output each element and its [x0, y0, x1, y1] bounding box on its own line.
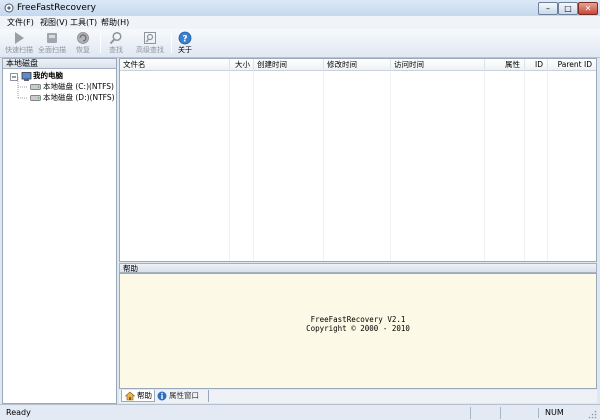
menu-bar: 文件(F) 视图(V) 工具(T) 帮助(H) — [0, 16, 600, 29]
status-divider — [500, 407, 501, 419]
column-divider — [547, 71, 548, 261]
tab-help-label: 帮助 — [137, 391, 152, 400]
disk-tree-panel: 本地磁盘 我的电脑 本地磁盘 (C:)(NTFS) 本地磁盘 (D:)(NTFS… — [2, 58, 117, 404]
info-icon — [157, 391, 167, 401]
advanced-find-icon — [144, 32, 156, 44]
column-divider — [390, 71, 391, 261]
advanced-find-label: 高级查找 — [136, 46, 164, 54]
quick-scan-button[interactable]: 快速扫描 — [3, 30, 35, 57]
column-divider — [253, 71, 254, 261]
app-icon — [4, 3, 14, 13]
column-divider — [524, 71, 525, 261]
recover-label: 恢复 — [76, 46, 90, 54]
find-label: 查找 — [109, 46, 123, 54]
toolbar: 快速扫描 全面扫描 恢复 查找 高级查找 ? 关于 — [0, 29, 600, 58]
column-id[interactable]: ID — [525, 59, 548, 71]
advanced-find-button[interactable]: 高级查找 — [133, 30, 167, 57]
column-parent-id[interactable]: Parent ID — [548, 59, 596, 71]
menu-help[interactable]: 帮助(H) — [101, 17, 129, 28]
about-button[interactable]: ? 关于 — [175, 30, 195, 57]
tree-root-my-computer[interactable]: 我的电脑 — [33, 71, 63, 81]
full-scan-label: 全面扫描 — [38, 46, 66, 54]
menu-view[interactable]: 视图(V) — [40, 17, 68, 28]
help-panel: FreeFastRecovery V2.1 Copyright © 2000 -… — [119, 273, 597, 389]
tree-item-drive-c[interactable]: 本地磁盘 (C:)(NTFS) — [43, 82, 114, 92]
num-lock-indicator: NUM — [538, 408, 578, 418]
quick-scan-label: 快速扫描 — [5, 46, 33, 54]
file-list[interactable]: 文件名 大小 创建时间 修改时间 访问时间 属性 ID Parent ID — [119, 58, 597, 262]
about-label: 关于 — [178, 46, 192, 54]
window-title: FreeFastRecovery — [17, 3, 96, 13]
tab-help[interactable]: 帮助 — [121, 390, 155, 402]
tree-item-drive-d[interactable]: 本地磁盘 (D:)(NTFS) — [43, 93, 115, 103]
toolbar-separator — [100, 33, 101, 53]
help-icon: ? — [178, 31, 192, 45]
column-created[interactable]: 创建时间 — [254, 59, 324, 71]
resize-grip-icon[interactable] — [588, 410, 597, 419]
column-attributes[interactable]: 属性 — [485, 59, 525, 71]
computer-icon — [21, 72, 32, 81]
tab-properties-label: 属性窗口 — [169, 391, 199, 400]
status-divider — [470, 407, 471, 419]
column-file-name[interactable]: 文件名 — [120, 59, 230, 71]
menu-file[interactable]: 文件(F) — [7, 17, 34, 28]
recover-button[interactable]: 恢复 — [70, 30, 96, 57]
tab-properties[interactable]: 属性窗口 — [157, 390, 209, 402]
column-divider — [323, 71, 324, 261]
full-scan-button[interactable]: 全面扫描 — [36, 30, 68, 57]
file-list-header: 文件名 大小 创建时间 修改时间 访问时间 属性 ID Parent ID — [120, 59, 596, 71]
column-accessed[interactable]: 访问时间 — [391, 59, 485, 71]
column-modified[interactable]: 修改时间 — [324, 59, 391, 71]
svg-text:?: ? — [182, 35, 187, 45]
close-button[interactable]: ✕ — [578, 2, 598, 15]
recover-icon — [77, 32, 89, 44]
status-text: Ready — [6, 408, 31, 417]
column-size[interactable]: 大小 — [230, 59, 254, 71]
column-divider — [484, 71, 485, 261]
column-divider — [229, 71, 230, 261]
home-icon — [125, 391, 135, 401]
status-bar: Ready NUM — [0, 404, 600, 420]
bottom-tab-bar: 帮助 属性窗口 — [119, 390, 597, 403]
help-copyright-text: Copyright © 2000 - 2010 — [306, 324, 410, 333]
menu-tools[interactable]: 工具(T) — [70, 17, 97, 28]
find-button[interactable]: 查找 — [105, 30, 127, 57]
play-icon — [15, 32, 24, 44]
magnifier-icon — [109, 31, 122, 45]
minimize-button[interactable]: – — [538, 2, 558, 15]
minus-box-icon[interactable] — [10, 73, 18, 81]
hard-drive-icon — [30, 84, 41, 90]
help-panel-title: 帮助 — [119, 263, 597, 273]
maximize-button[interactable]: □ — [558, 2, 578, 15]
disk-panel-title: 本地磁盘 — [3, 59, 116, 69]
disk-scan-icon — [47, 33, 57, 43]
title-bar: FreeFastRecovery – □ ✕ — [0, 0, 600, 16]
toolbar-separator — [171, 33, 172, 53]
hard-drive-icon — [30, 95, 41, 101]
